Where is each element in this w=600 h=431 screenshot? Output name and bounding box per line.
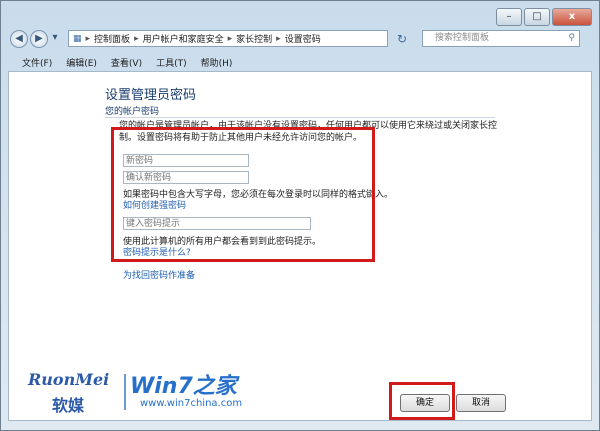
menu-item-help[interactable]: 帮助(H): [201, 56, 233, 69]
breadcrumb-item-set-password[interactable]: 设置密码: [285, 32, 321, 45]
site-url-text: www.win7china.com: [140, 398, 243, 409]
recent-pages-chevron-icon[interactable]: ▾: [50, 30, 60, 46]
forward-icon[interactable]: ▶: [30, 30, 48, 48]
breadcrumb[interactable]: ▦ ▸ 控制面板 ▸ 用户帐户和家庭安全 ▸ 家长控制 ▸ 设置密码: [68, 30, 388, 47]
logo-divider: [124, 374, 126, 410]
password-recovery-link[interactable]: 为找回密码作准备: [123, 268, 195, 281]
brand-latin-text: RuonMei: [28, 370, 110, 389]
maximize-button[interactable]: □: [524, 8, 550, 26]
section-divider: [105, 117, 495, 118]
address-row: ◀ ▶ ▾ ▦ ▸ 控制面板 ▸ 用户帐户和家庭安全 ▸ 家长控制 ▸ 设置密码…: [10, 30, 590, 50]
breadcrumb-item-user-accounts[interactable]: 用户帐户和家庭安全: [143, 32, 224, 45]
footer: RuonMei 软媒 Win7之家 www.win7china.com 确定 取…: [8, 362, 592, 422]
minimize-button[interactable]: –: [496, 8, 522, 26]
menu-bar: 文件(F) 编辑(E) 查看(V) 工具(T) 帮助(H): [8, 55, 592, 70]
brand-cn-text: 软媒: [52, 396, 85, 415]
window-controls: – □ x: [496, 8, 592, 26]
crumb-separator-icon: ▸: [134, 33, 139, 44]
watermark-logo: RuonMei 软媒 Win7之家 www.win7china.com: [28, 370, 258, 416]
search-icon[interactable]: ⚲: [568, 31, 575, 46]
menu-item-file[interactable]: 文件(F): [22, 56, 52, 69]
menu-item-view[interactable]: 查看(V): [111, 56, 142, 69]
section-label: 您的帐户密码: [105, 107, 160, 117]
crumb-separator-icon: ▸: [227, 33, 233, 44]
menu-item-tools[interactable]: 工具(T): [156, 56, 187, 69]
menu-item-edit[interactable]: 编辑(E): [66, 56, 97, 69]
back-icon[interactable]: ◀: [10, 30, 28, 48]
close-button[interactable]: x: [552, 8, 592, 26]
search-input[interactable]: 搜索控制面板 ⚲: [422, 30, 580, 47]
cancel-button[interactable]: 取消: [456, 394, 506, 412]
highlight-box-ok: [389, 382, 455, 420]
breadcrumb-item-parental-controls[interactable]: 家长控制: [236, 32, 272, 45]
crumb-separator-icon: ▸: [276, 33, 281, 44]
highlight-box-form: [111, 127, 375, 262]
window-frame: – □ x ◀ ▶ ▾ ▦ ▸ 控制面板 ▸ 用户帐户和家庭安全 ▸ 家长控制 …: [0, 0, 600, 431]
search-placeholder: 搜索控制面板: [435, 33, 490, 43]
control-panel-icon: ▦: [73, 33, 82, 44]
refresh-icon[interactable]: ↻: [394, 31, 410, 47]
page-title: 设置管理员密码: [105, 88, 197, 103]
win7-logo-text: Win7之家: [130, 374, 237, 399]
crumb-separator-icon: ▸: [85, 33, 91, 44]
breadcrumb-item-control-panel[interactable]: 控制面板: [94, 32, 130, 45]
